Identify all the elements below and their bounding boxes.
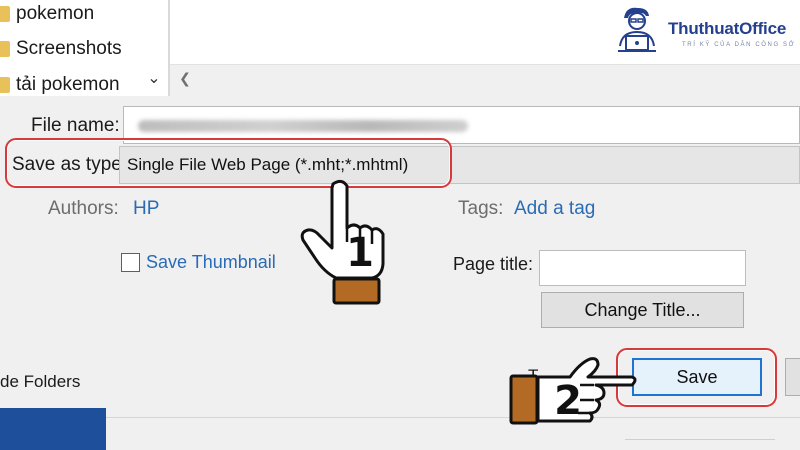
page-title-input[interactable] — [539, 250, 746, 286]
file-name-label: File name: — [31, 115, 120, 136]
dialog-footer — [0, 408, 800, 450]
pointing-hand-icon: 1 — [300, 179, 385, 305]
horizontal-scrollbar[interactable]: ❮ — [170, 64, 800, 90]
change-title-button[interactable]: Change Title... — [541, 292, 744, 328]
step-number-2: 2 — [554, 378, 582, 424]
highlight-save-button — [616, 348, 777, 407]
save-thumbnail-label[interactable]: Save Thumbnail — [146, 252, 276, 273]
chevron-left-icon[interactable]: ❮ — [174, 65, 196, 91]
logo-name: ThuthuatOffice — [668, 19, 787, 38]
pointing-hand-icon: 2 — [509, 357, 637, 425]
tags-label: Tags: — [458, 198, 504, 219]
folder-item-tai-pokemon[interactable]: tải pokemon — [0, 68, 120, 96]
cancel-button[interactable] — [785, 358, 800, 396]
divider — [625, 439, 775, 440]
folder-tree: pokemon Screenshots tải pokemon ⌄ — [0, 0, 168, 96]
chevron-down-icon[interactable]: ⌄ — [143, 64, 165, 92]
hide-folders-button[interactable]: de Folders — [0, 372, 80, 392]
folder-item-pokemon[interactable]: pokemon — [0, 0, 94, 31]
authors-label: Authors: — [48, 198, 119, 219]
folder-item-label: Screenshots — [16, 38, 122, 59]
logo-person-icon — [618, 7, 656, 52]
page-title-label: Page title: — [453, 254, 534, 274]
folder-item-label: tải pokemon — [16, 74, 120, 95]
logo-tagline: TRÍ KỸ CỦA DÂN CÔNG SỞ — [682, 42, 796, 48]
folder-item-label: pokemon — [16, 3, 95, 24]
blurred-file-name — [138, 120, 468, 132]
folder-item-screenshots[interactable]: Screenshots — [0, 32, 122, 66]
save-thumbnail-checkbox[interactable] — [121, 253, 140, 272]
tags-input[interactable]: Add a tag — [514, 198, 595, 220]
folder-icon — [0, 77, 10, 93]
background-window — [0, 408, 106, 450]
folder-icon — [0, 6, 10, 22]
divider — [106, 417, 800, 418]
thuthuatoffice-logo: ThuthuatOffice TRÍ KỸ CỦA DÂN CÔNG SỞ — [606, 2, 800, 64]
authors-value[interactable]: HP — [133, 198, 159, 220]
step-number-1: 1 — [346, 230, 374, 276]
folder-icon — [0, 41, 10, 57]
